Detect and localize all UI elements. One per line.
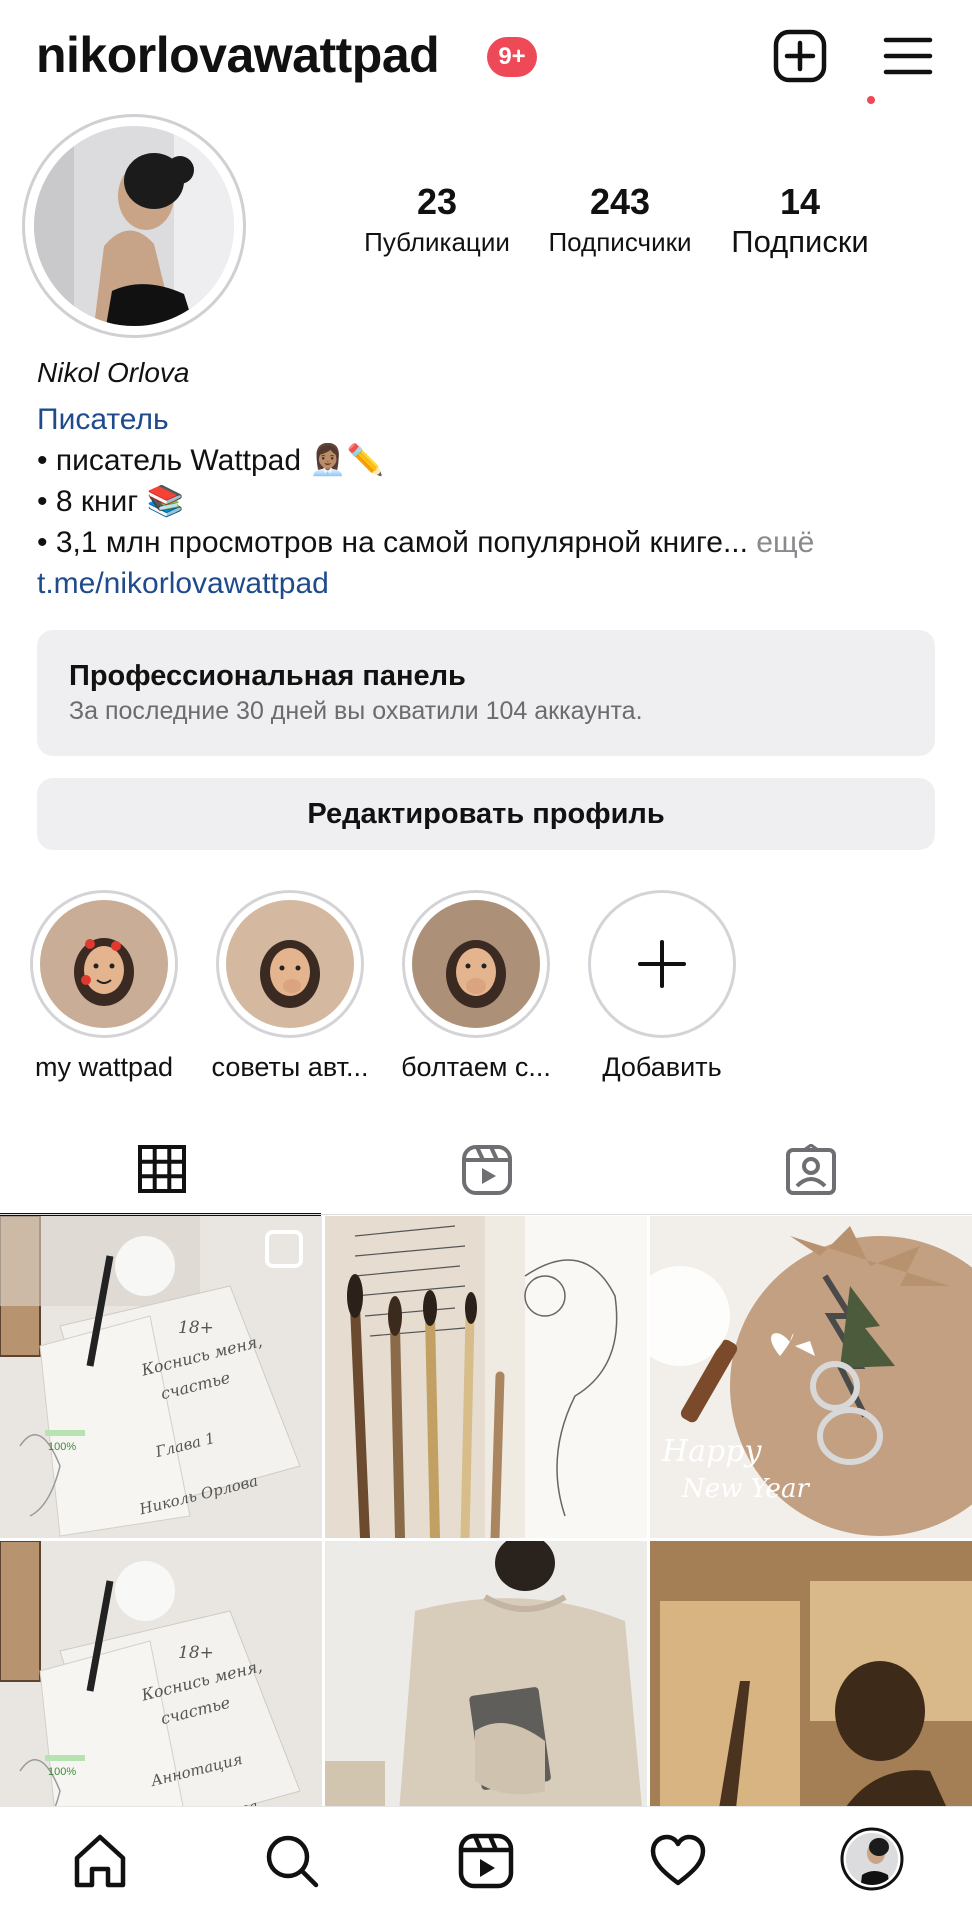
- plus-icon: [638, 940, 686, 988]
- add-highlight-ring: [588, 890, 736, 1038]
- following-count-value: 14: [779, 181, 821, 222]
- bio-line: • 8 книг 📚: [37, 485, 184, 518]
- highlight-cover: [226, 900, 354, 1028]
- profile-avatar[interactable]: [22, 114, 246, 338]
- following-count-label: Подписки: [731, 224, 869, 259]
- post-thumbnail[interactable]: [0, 1216, 322, 1538]
- posts-count-label: Публикации: [364, 227, 510, 257]
- followers-count-value: 243: [589, 181, 651, 222]
- nav-home-button[interactable]: [70, 1831, 130, 1891]
- followers-count[interactable]: 243 Подписчики: [535, 180, 705, 260]
- add-highlight-button[interactable]: Добавить: [572, 890, 752, 1083]
- highlight-cover: [412, 900, 540, 1028]
- posts-count-value: 23: [416, 181, 458, 222]
- tab-posts-grid[interactable]: [0, 1128, 324, 1216]
- tab-tagged[interactable]: [648, 1128, 972, 1216]
- posts-count[interactable]: 23 Публикации: [352, 180, 522, 260]
- bottom-navigation: [0, 1806, 972, 1920]
- bio-external-link[interactable]: t.me/nikorlovawattpad: [37, 563, 957, 604]
- highlight-label: советы авт...: [211, 1052, 369, 1082]
- menu-button[interactable]: [878, 26, 938, 86]
- profile-username[interactable]: nikorlovawattpad: [36, 26, 440, 84]
- tab-reels[interactable]: [324, 1128, 648, 1216]
- add-highlight-cover: [598, 900, 726, 1028]
- highlight-label: Добавить: [602, 1052, 722, 1082]
- bio-line: • 3,1 млн просмотров на самой популярной…: [37, 522, 957, 563]
- highlight-label: болтаем с...: [401, 1052, 551, 1082]
- post-thumbnail[interactable]: [650, 1541, 972, 1806]
- post-thumbnail[interactable]: [325, 1216, 647, 1538]
- plus-square-icon: [773, 29, 827, 83]
- following-count[interactable]: 14 Подписки: [715, 180, 885, 260]
- post-thumbnail[interactable]: [650, 1216, 972, 1538]
- notification-badge: 9+: [487, 37, 537, 77]
- tabs-divider: [0, 1214, 972, 1215]
- post-thumbnail[interactable]: [0, 1541, 322, 1806]
- home-icon: [74, 1834, 126, 1888]
- bio-more-link[interactable]: ещё: [756, 526, 814, 559]
- reels-icon: [458, 1833, 514, 1889]
- profile-tabs: [0, 1128, 972, 1216]
- highlight-cover: [40, 900, 168, 1028]
- search-icon: [266, 1835, 319, 1888]
- nav-search-button[interactable]: [262, 1831, 322, 1891]
- grid-icon: [138, 1145, 186, 1193]
- profile-display-name: Nikol Orlova: [37, 357, 190, 388]
- post-thumbnail[interactable]: [325, 1541, 647, 1806]
- highlight-cover-ring: [30, 890, 178, 1038]
- nav-activity-button[interactable]: [648, 1831, 708, 1891]
- profile-avatar: [840, 1827, 904, 1891]
- profile-bio: Nikol Orlova Писатель • писатель Wattpad…: [37, 352, 957, 604]
- reels-icon: [462, 1145, 512, 1195]
- bio-line: • писатель Wattpad 👩🏽‍💼✏️: [37, 444, 385, 477]
- heart-icon: [650, 1834, 706, 1886]
- edit-profile-button[interactable]: Редактировать профиль: [37, 778, 935, 850]
- nav-reels-button[interactable]: [456, 1831, 516, 1891]
- story-highlight[interactable]: my wattpad: [14, 890, 194, 1083]
- profile-category: Писатель: [37, 403, 169, 436]
- profile-notification-dot: [867, 96, 875, 104]
- professional-dashboard-subtitle: За последние 30 дней вы охватили 104 акк…: [69, 697, 643, 725]
- story-highlight[interactable]: болтаем с...: [386, 890, 566, 1083]
- professional-dashboard-title: Профессиональная панель: [69, 660, 466, 692]
- highlight-cover-ring: [402, 890, 550, 1038]
- followers-count-label: Подписчики: [548, 227, 692, 257]
- tagged-icon: [786, 1144, 836, 1195]
- story-highlight[interactable]: советы авт...: [200, 890, 380, 1083]
- bio-line-text: • 3,1 млн просмотров на самой популярной…: [37, 526, 748, 559]
- new-post-button[interactable]: [770, 26, 830, 86]
- professional-dashboard[interactable]: Профессиональная панель За последние 30 …: [37, 630, 935, 756]
- hamburger-menu-icon: [883, 37, 933, 75]
- highlight-cover-ring: [216, 890, 364, 1038]
- profile-photo: [34, 126, 234, 326]
- profile-header: nikorlovawattpad 9+: [0, 0, 972, 112]
- highlight-label: my wattpad: [34, 1052, 174, 1082]
- nav-profile-button[interactable]: [840, 1827, 904, 1891]
- posts-grid: 18+ Коснись меня, счастье Глава 1 Николь…: [0, 1216, 972, 1806]
